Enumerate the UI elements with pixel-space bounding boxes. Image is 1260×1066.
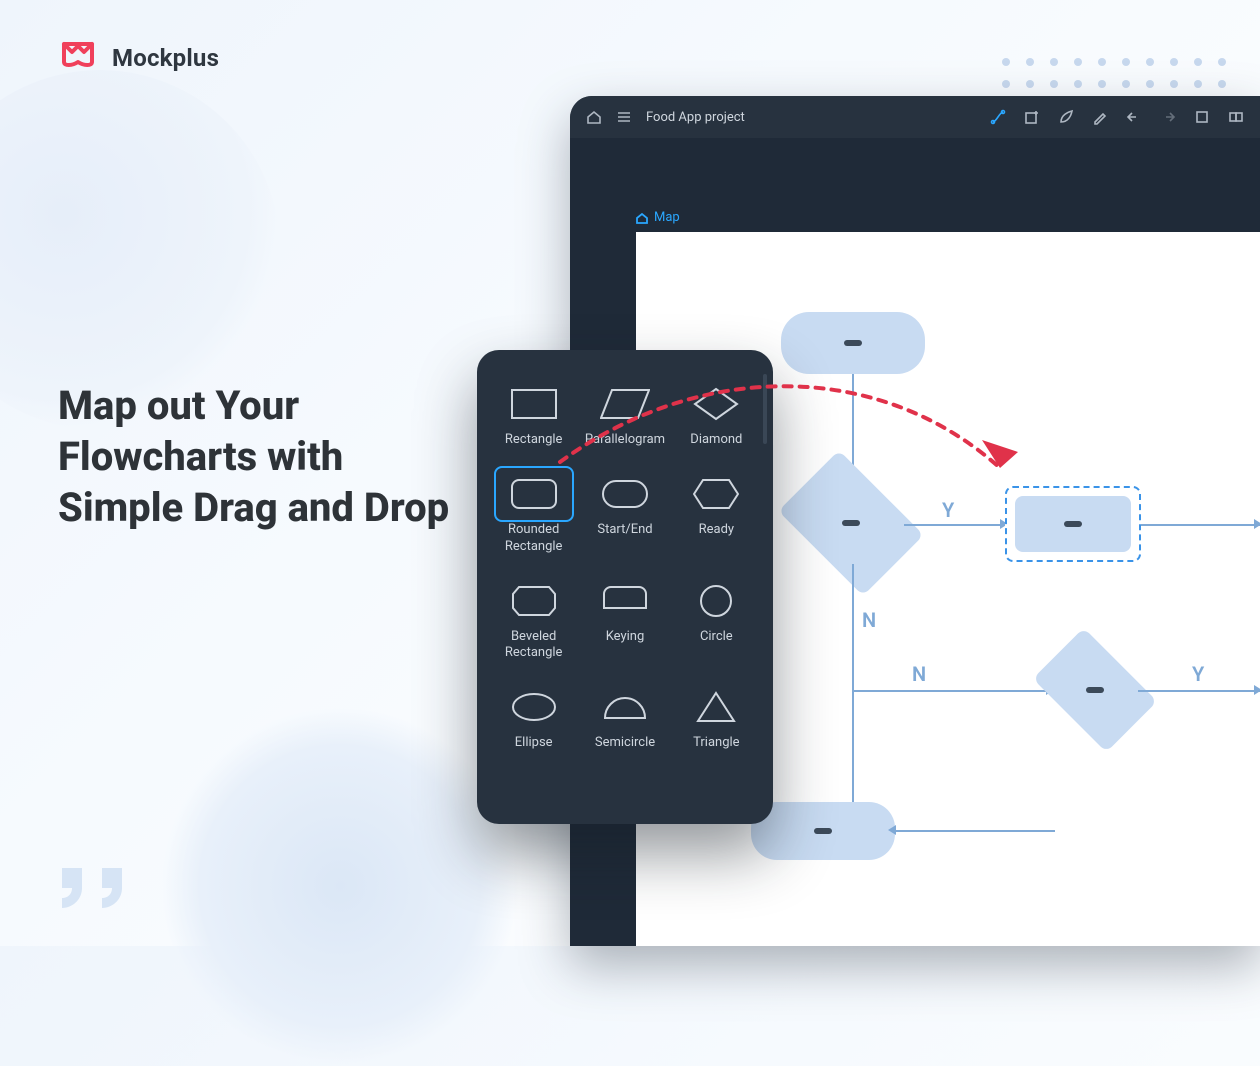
- pencil-icon[interactable]: [1092, 109, 1108, 125]
- brand-logo: Mockplus: [58, 36, 219, 80]
- shape-start-end[interactable]: Start/End: [582, 462, 667, 563]
- shape-rectangle[interactable]: Rectangle: [491, 372, 576, 456]
- flow-connector: [1138, 690, 1260, 692]
- shapes-panel[interactable]: Rectangle Parallelogram Diamond Rounded …: [477, 350, 773, 824]
- home-icon[interactable]: [586, 109, 602, 125]
- shape-label: Diamond: [690, 432, 742, 448]
- flow-node-decision-1[interactable]: [778, 450, 924, 596]
- shape-label: Semicircle: [595, 735, 655, 751]
- decorative-dot-grid: [1002, 58, 1232, 94]
- decorative-blob-2: [160, 706, 520, 1066]
- flow-node-target-selected[interactable]: [1005, 486, 1141, 562]
- shape-label: Ellipse: [515, 735, 553, 751]
- brand-name: Mockplus: [112, 44, 219, 72]
- undo-icon[interactable]: [1126, 109, 1142, 125]
- edge-label-yes-1: Y: [942, 498, 954, 522]
- flow-connector: [852, 690, 1052, 692]
- edge-label-no-1: N: [862, 608, 876, 632]
- group-icon[interactable]: [1228, 109, 1244, 125]
- arrowhead-icon: [1254, 519, 1260, 529]
- scrollbar[interactable]: [763, 374, 767, 444]
- shape-label: Circle: [700, 629, 733, 645]
- flow-connector: [852, 690, 854, 810]
- leaf-icon[interactable]: [1058, 109, 1074, 125]
- flow-node-end[interactable]: [751, 802, 895, 860]
- decorative-quote-marks: [58, 864, 132, 912]
- flow-connector: [1141, 524, 1260, 526]
- shape-label: Parallelogram: [585, 432, 665, 448]
- shape-label: Rounded Rectangle: [491, 522, 576, 555]
- shape-ellipse[interactable]: Ellipse: [491, 675, 576, 759]
- shape-label: Keying: [606, 629, 645, 645]
- menu-icon[interactable]: [616, 109, 632, 125]
- breadcrumb-label: Map: [654, 210, 680, 225]
- shape-ready[interactable]: Ready: [674, 462, 759, 563]
- shape-label: Rectangle: [505, 432, 563, 448]
- shape-label: Ready: [699, 522, 734, 538]
- shape-label: Start/End: [597, 522, 652, 538]
- flow-connector: [852, 564, 854, 690]
- shape-rounded-rectangle[interactable]: Rounded Rectangle: [491, 462, 576, 563]
- project-name: Food App project: [646, 110, 745, 125]
- flow-connector: [895, 830, 1055, 832]
- arrowhead-icon: [1254, 685, 1260, 695]
- flow-connector: [904, 524, 1004, 526]
- flow-node-start[interactable]: [781, 312, 925, 374]
- crop-icon[interactable]: [1194, 109, 1210, 125]
- decorative-blob-1: [0, 70, 280, 430]
- shape-keying[interactable]: Keying: [582, 569, 667, 670]
- shape-label: Beveled Rectangle: [491, 629, 576, 662]
- add-icon[interactable]: [1024, 109, 1040, 125]
- redo-icon[interactable]: [1160, 109, 1176, 125]
- shape-parallelogram[interactable]: Parallelogram: [582, 372, 667, 456]
- connector-icon[interactable]: [990, 109, 1006, 125]
- page-headline: Map out Your Flowcharts with Simple Drag…: [58, 380, 478, 534]
- shape-circle[interactable]: Circle: [674, 569, 759, 670]
- shape-beveled-rectangle[interactable]: Beveled Rectangle: [491, 569, 576, 670]
- shape-label: Triangle: [693, 735, 739, 751]
- titlebar: Food App project: [570, 96, 1260, 138]
- edge-label-yes-2: Y: [1192, 662, 1204, 686]
- mockplus-mark-icon: [58, 36, 98, 80]
- shape-diamond[interactable]: Diamond: [674, 372, 759, 456]
- breadcrumb[interactable]: Map: [636, 210, 680, 225]
- edge-label-no-2: N: [912, 662, 926, 686]
- arrowhead-icon: [888, 825, 896, 835]
- shape-semicircle[interactable]: Semicircle: [582, 675, 667, 759]
- shape-triangle[interactable]: Triangle: [674, 675, 759, 759]
